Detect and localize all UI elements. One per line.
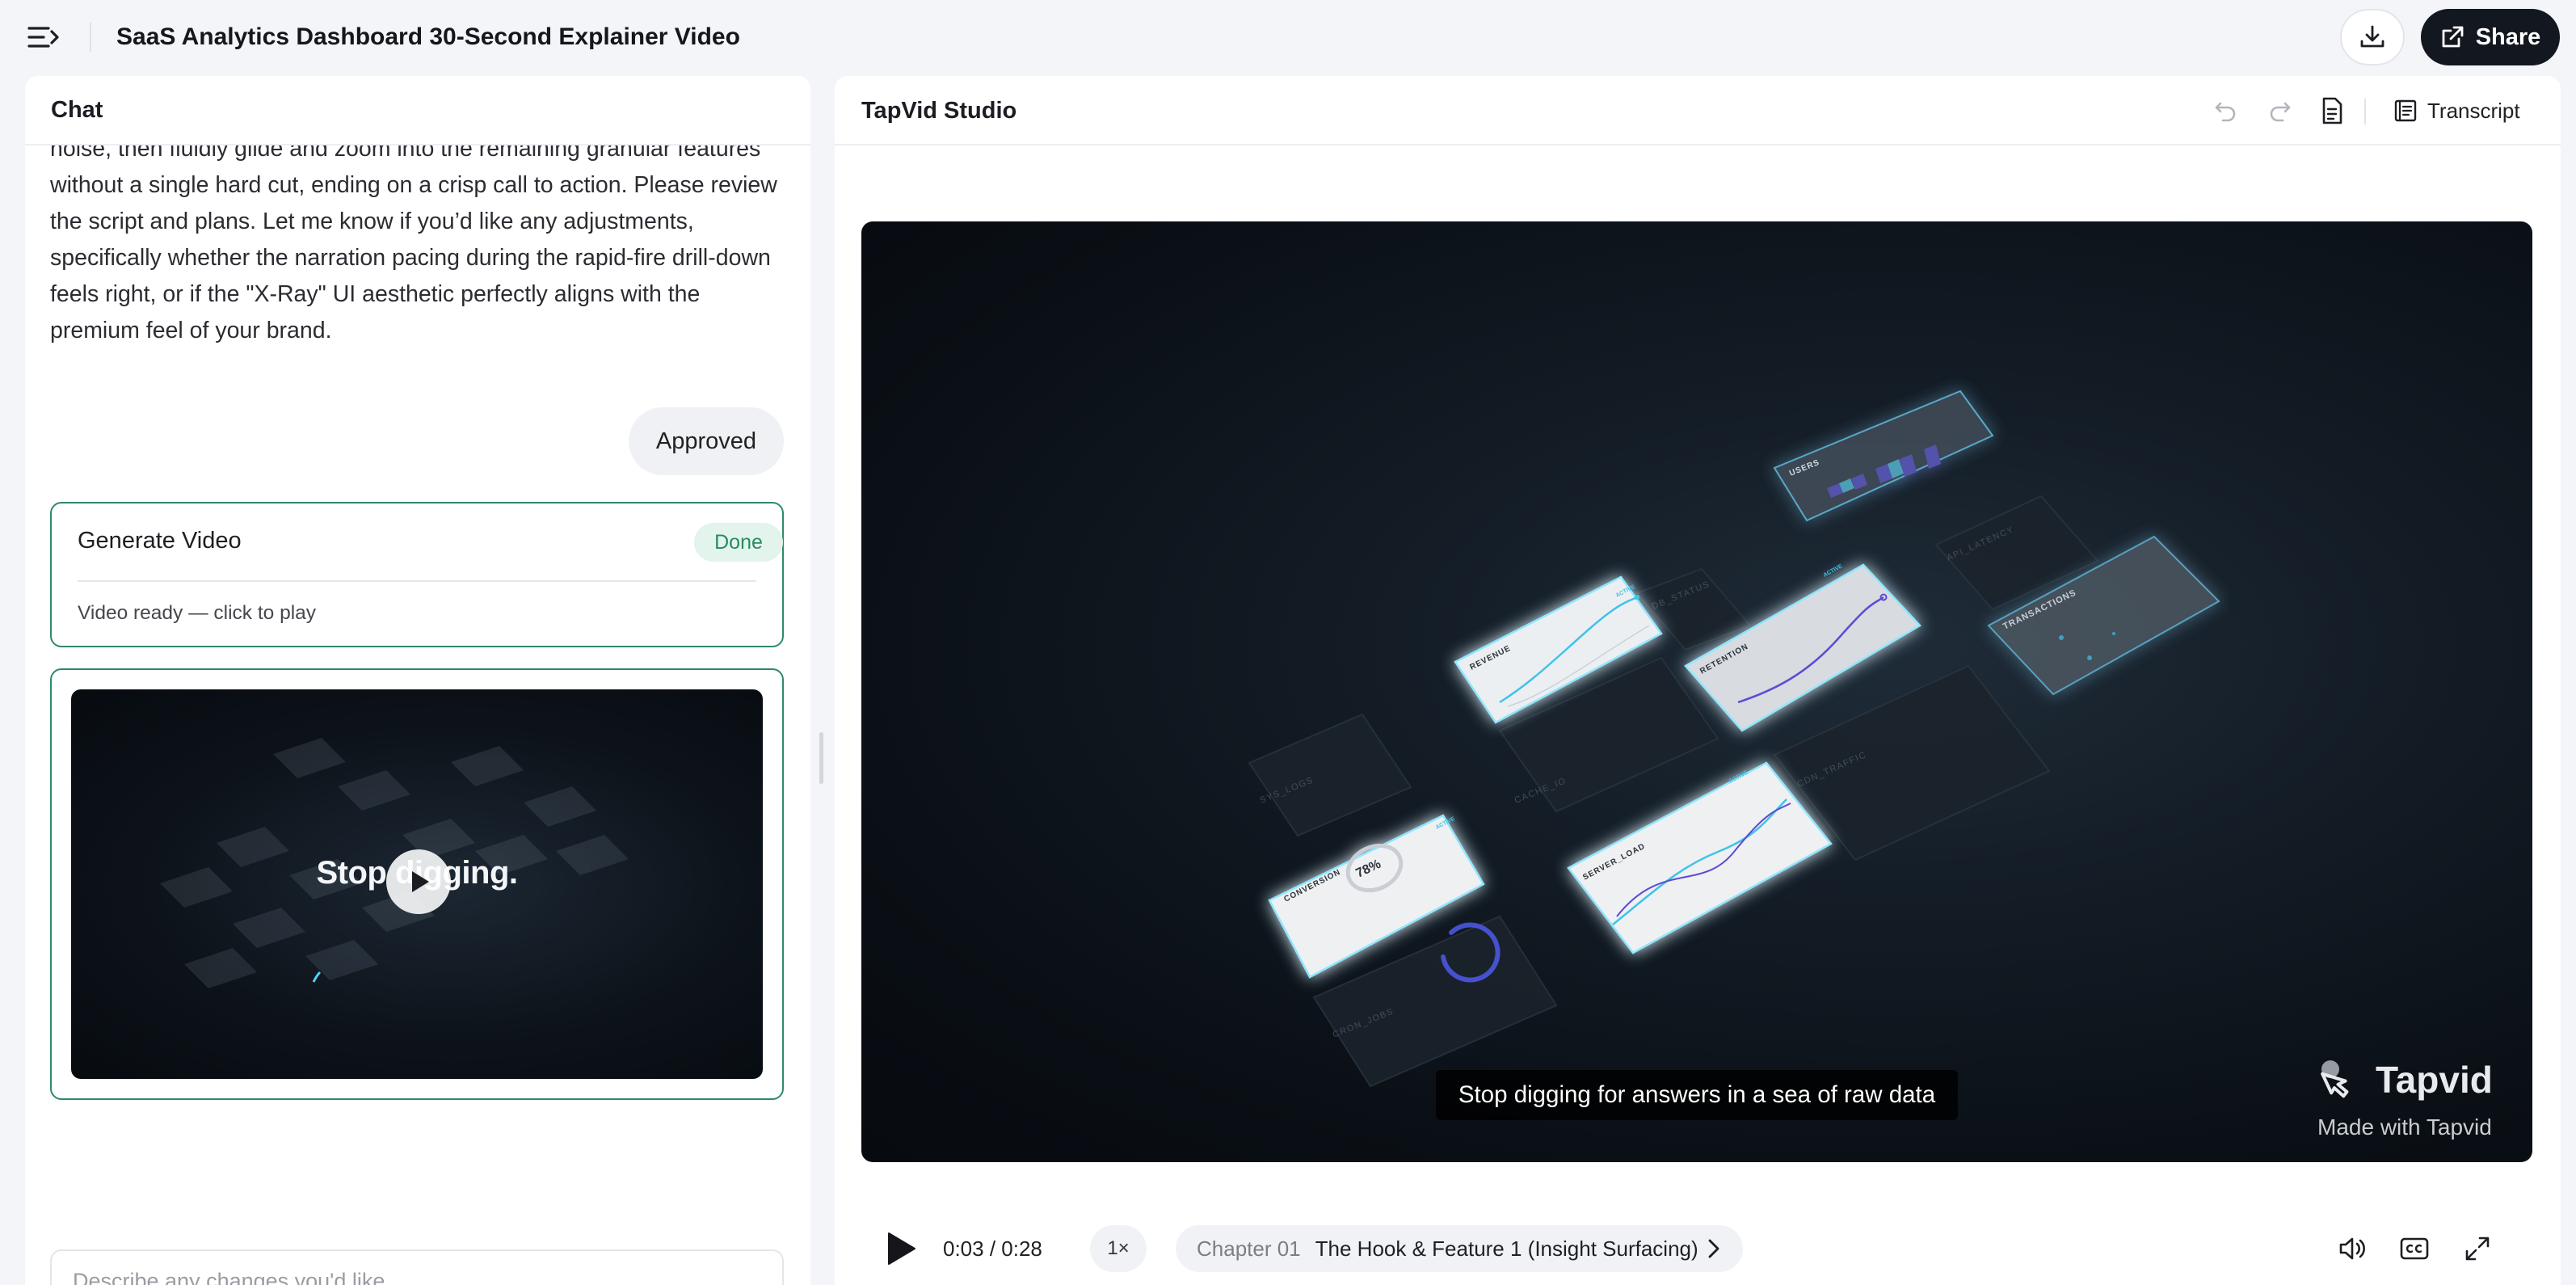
transcript-label: Transcript <box>2427 98 2520 123</box>
fullscreen-button[interactable] <box>2459 1230 2496 1267</box>
tapvid-logo-icon <box>2321 1060 2349 1098</box>
redo-icon[interactable] <box>2263 94 2297 128</box>
external-link-icon <box>2442 26 2464 48</box>
studio-header: TapVid Studio Transcript <box>835 76 2561 145</box>
divider <box>2364 99 2366 124</box>
video-caption: Stop digging for answers in a sea of raw… <box>1436 1070 1958 1120</box>
captions-icon <box>2400 1237 2429 1260</box>
fullscreen-icon <box>2465 1237 2490 1261</box>
video-preview-card[interactable]: Stop digging. <box>50 668 784 1100</box>
page-title: SaaS Analytics Dashboard 30-Second Expla… <box>116 23 740 50</box>
chat-header: Chat <box>25 76 810 145</box>
document-icon[interactable] <box>2315 94 2349 128</box>
thumbnail-play-button[interactable] <box>386 849 451 914</box>
video-player[interactable]: DB_STATUS API_LATENCY SYS_LOGS CACHE_IO … <box>861 221 2532 1162</box>
status-badge: Done <box>694 523 783 562</box>
card-active-badge: ACTIVE <box>1823 563 1844 579</box>
chapter-selector[interactable]: Chapter 01 The Hook & Feature 1 (Insight… <box>1176 1225 1743 1272</box>
divider <box>90 23 91 52</box>
video-thumbnail[interactable]: Stop digging. <box>71 689 763 1079</box>
watermark: Tapvid Made with Tapvid <box>2316 1058 2510 1147</box>
chat-panel: Chat noise, then fluidly glide and zoom … <box>25 76 810 1285</box>
download-button[interactable] <box>2340 9 2405 65</box>
studio-title: TapVid Studio <box>861 98 1017 124</box>
chapter-name: The Hook & Feature 1 (Insight Surfacing) <box>1315 1236 1698 1261</box>
download-icon <box>2360 25 2384 48</box>
play-icon <box>412 871 429 892</box>
share-label: Share <box>2475 23 2541 50</box>
task-detail: Video ready — click to play <box>78 602 317 624</box>
volume-icon <box>2339 1237 2365 1260</box>
transcript-icon <box>2394 99 2417 122</box>
play-icon <box>888 1232 915 1265</box>
player-controls: 0:03 / 0:28 1× Chapter 01 The Hook & Fea… <box>835 1215 2561 1285</box>
divider <box>78 580 756 582</box>
dashboard-scene-graphic: DB_STATUS API_LATENCY SYS_LOGS CACHE_IO … <box>1248 390 2220 1088</box>
chapter-number: Chapter 01 <box>1197 1236 1301 1261</box>
brand-subtitle: Made with Tapvid <box>2317 1114 2492 1140</box>
transcript-button[interactable]: Transcript <box>2393 94 2520 128</box>
chat-input[interactable]: Describe any changes you'd like... <box>50 1249 784 1285</box>
playback-speed-button[interactable]: 1× <box>1090 1225 1147 1272</box>
user-message-bubble: Approved <box>629 407 784 475</box>
captions-button[interactable] <box>2396 1230 2433 1267</box>
top-bar: SaaS Analytics Dashboard 30-Second Expla… <box>0 0 2576 74</box>
playback-time: 0:03 / 0:28 <box>943 1237 1042 1261</box>
generate-video-task-card[interactable]: Generate Video Done Video ready — click … <box>50 502 784 647</box>
panel-resize-handle[interactable] <box>819 732 823 784</box>
play-button[interactable] <box>880 1227 920 1270</box>
task-title: Generate Video <box>78 528 242 554</box>
brand-name: Tapvid <box>2376 1059 2493 1101</box>
studio-panel: TapVid Studio Transcript DB_STATUS API_L… <box>835 76 2561 1285</box>
undo-icon[interactable] <box>2208 94 2242 128</box>
volume-button[interactable] <box>2334 1230 2371 1267</box>
share-button[interactable]: Share <box>2421 9 2560 65</box>
assistant-message: noise, then fluidly glide and zoom into … <box>50 136 777 343</box>
chevron-right-icon[interactable] <box>1701 1236 1727 1262</box>
sidebar-toggle-icon[interactable] <box>24 21 63 53</box>
